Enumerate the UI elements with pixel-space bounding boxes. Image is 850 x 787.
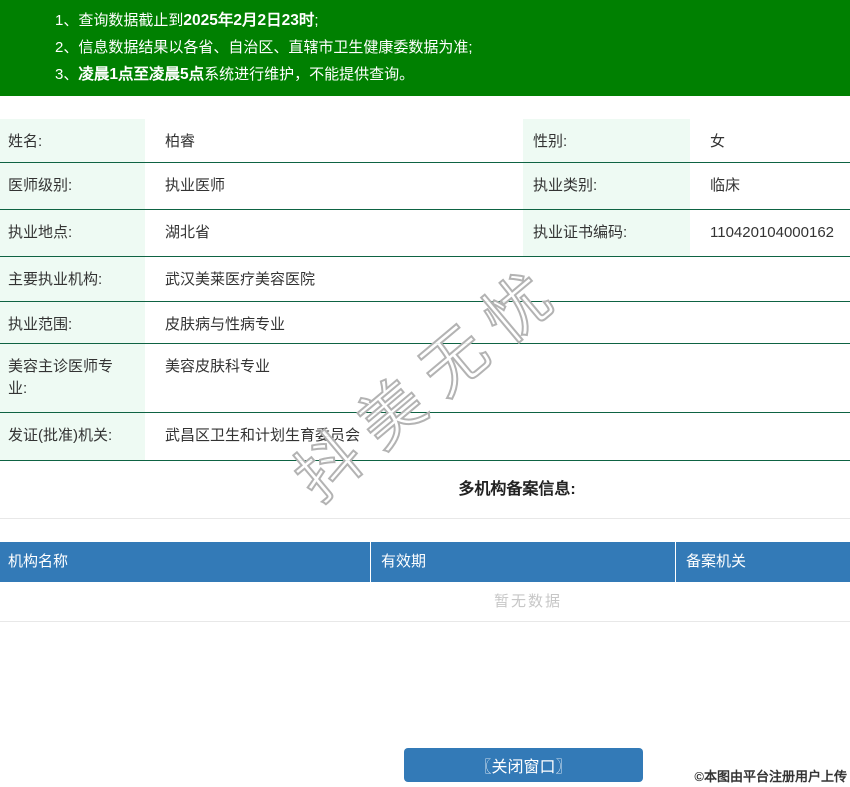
field-value-practice-class: 临床: [690, 162, 850, 210]
empty-data-placeholder: 暂无数据: [0, 582, 850, 622]
field-label-issuing-authority: 发证(批准)机关:: [0, 412, 145, 461]
notice-number: 1、: [55, 12, 79, 29]
field-label-gender: 性别:: [523, 119, 690, 163]
field-label-license-number: 执业证书编码:: [523, 209, 690, 257]
page: 1、查询数据截止到2025年2月2日23时; 2、信息数据结果以各省、自治区、直…: [0, 0, 850, 787]
field-label-practice-scope: 执业范围:: [0, 301, 145, 344]
notice-banner: 1、查询数据截止到2025年2月2日23时; 2、信息数据结果以各省、自治区、直…: [0, 0, 850, 96]
field-value-name: 柏睿: [145, 119, 523, 163]
field-value-main-institution: 武汉美莱医疗美容医院: [145, 256, 850, 302]
notice-item-2: 2、信息数据结果以各省、自治区、直辖市卫生健康委数据为准;: [55, 34, 840, 61]
notice-text: 系统进行维护，不能提供查询。: [204, 66, 415, 83]
notice-text: 信息数据结果以各省、自治区、直辖市卫生健康委数据为准;: [78, 39, 473, 56]
table-row: 主要执业机构: 武汉美莱医疗美容医院: [0, 256, 850, 302]
field-label-practice-class: 执业类别:: [523, 162, 690, 210]
field-value-gender: 女: [690, 119, 850, 163]
doctor-profile-table: 姓名: 柏睿 性别: 女 医师级别: 执业医师 执业类别: 临床 执业地点: 湖…: [0, 119, 850, 461]
field-value-practice-place: 湖北省: [145, 209, 523, 257]
field-label-doctor-level: 医师级别:: [0, 162, 145, 210]
close-window-button[interactable]: 〖关闭窗口〗: [404, 748, 643, 782]
field-label-main-institution: 主要执业机构:: [0, 256, 145, 302]
records-table: 机构名称 有效期 备案机关 暂无数据: [0, 541, 850, 622]
field-label-cosmetic-specialty: 美容主诊医师专业:: [0, 343, 145, 413]
column-header-validity-period: 有效期: [370, 541, 675, 582]
notice-number: 2、: [55, 39, 79, 56]
records-table-header: 机构名称 有效期 备案机关: [0, 541, 850, 582]
field-value-doctor-level: 执业医师: [145, 162, 523, 210]
notice-text-bold: 凌晨1点至凌晨5点: [78, 66, 205, 83]
column-header-institution-name: 机构名称: [8, 552, 69, 570]
column-header-filing-authority: 备案机关: [675, 541, 850, 582]
field-label-practice-place: 执业地点:: [0, 209, 145, 257]
field-value-issuing-authority: 武昌区卫生和计划生育委员会: [145, 412, 850, 461]
field-value-practice-scope: 皮肤病与性病专业: [145, 301, 850, 344]
table-row: 执业范围: 皮肤病与性病专业: [0, 301, 850, 344]
table-row: 姓名: 柏睿 性别: 女: [0, 119, 850, 163]
field-label-name: 姓名:: [0, 119, 145, 163]
notice-text-bold: 2025年2月2日23时: [183, 12, 315, 29]
notice-item-1: 1、查询数据截止到2025年2月2日23时;: [55, 7, 840, 34]
field-value-license-number: 110420104000162: [690, 209, 850, 257]
uploader-copyright-note: ©本图由平台注册用户上传: [694, 769, 847, 784]
table-row: 美容主诊医师专业: 美容皮肤科专业: [0, 343, 850, 413]
notice-number: 3、: [55, 66, 79, 83]
notice-text: 查询数据截止到: [78, 12, 184, 29]
table-row: 医师级别: 执业医师 执业类别: 临床: [0, 162, 850, 210]
table-row: 执业地点: 湖北省 执业证书编码: 110420104000162: [0, 209, 850, 257]
table-row: 发证(批准)机关: 武昌区卫生和计划生育委员会: [0, 412, 850, 461]
field-value-cosmetic-specialty: 美容皮肤科专业: [145, 343, 850, 413]
multi-institution-section-title: 多机构备案信息:: [0, 461, 850, 519]
notice-text: ;: [314, 12, 319, 29]
notice-item-3: 3、凌晨1点至凌晨5点系统进行维护，不能提供查询。: [55, 61, 840, 88]
